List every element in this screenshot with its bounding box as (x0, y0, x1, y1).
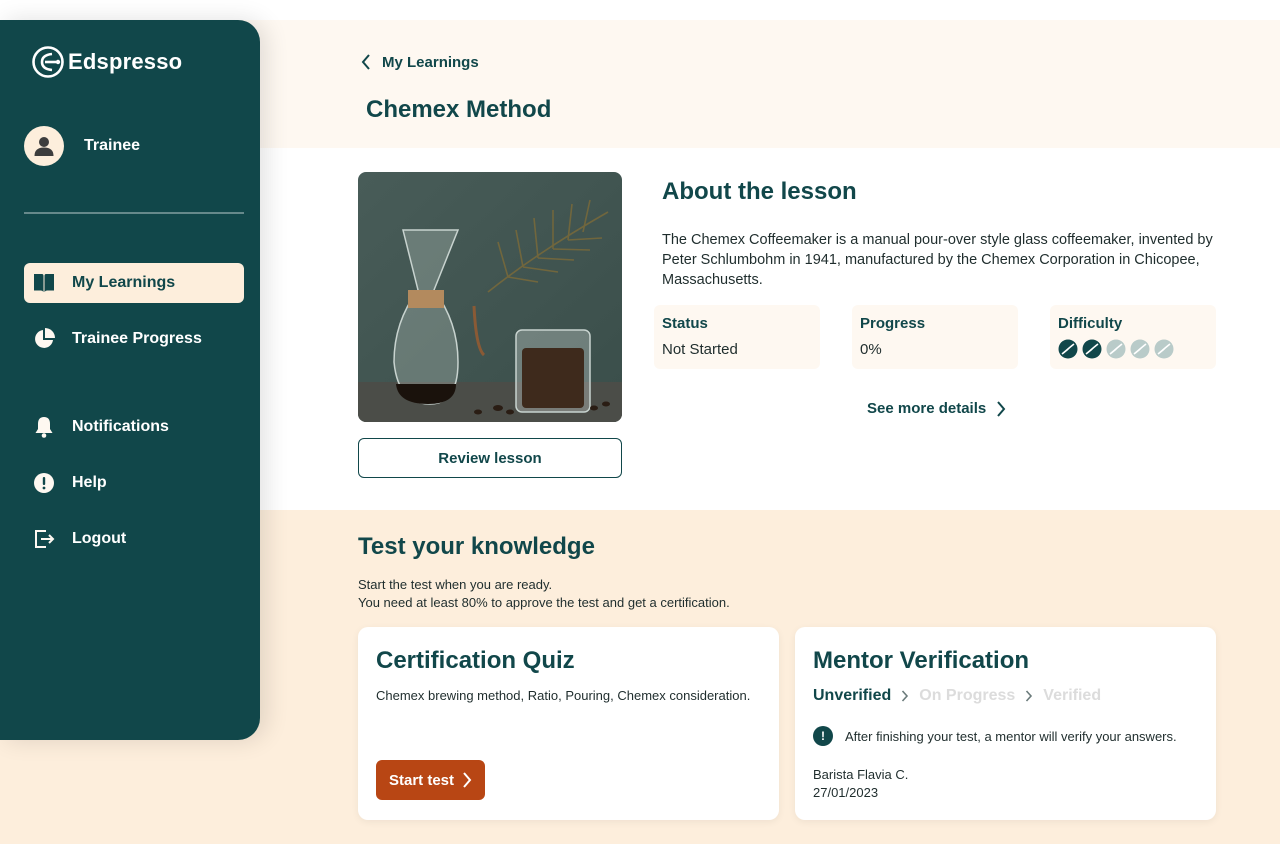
coffee-bean-filled-icon (1058, 339, 1078, 359)
mentor-title: Mentor Verification (813, 647, 1030, 674)
chevron-right-icon (901, 690, 909, 702)
chevron-left-icon (361, 54, 370, 70)
user-profile[interactable]: Trainee (24, 126, 140, 166)
page-title: Chemex Method (366, 96, 552, 123)
difficulty-label: Difficulty (1058, 315, 1123, 332)
step-verified: Verified (1043, 687, 1102, 704)
step-unverified: Unverified (813, 687, 892, 704)
notice-text: After finishing your test, a mentor will… (845, 728, 1177, 744)
review-lesson-button[interactable]: Review lesson (358, 438, 622, 478)
mentor-name: Barista Flavia C. (813, 767, 909, 782)
edspresso-logo-icon (32, 46, 64, 78)
test-description-line: Start the test when you are ready. (358, 577, 553, 592)
app-logo[interactable]: Edspresso (31, 45, 182, 79)
sidebar-item-help[interactable]: Help (24, 463, 244, 503)
verification-date: 27/01/2023 (813, 785, 879, 800)
about-lesson-title: About the lesson (662, 178, 857, 205)
breadcrumb[interactable]: My Learnings (360, 53, 479, 71)
progress-label: Progress (860, 315, 926, 332)
lesson-description: The Chemex Coffeemaker is a manual pour-… (662, 232, 1213, 288)
info-alert-icon: ! (813, 726, 833, 746)
quiz-topics: Chemex brewing method, Ratio, Pouring, C… (376, 688, 751, 703)
breadcrumb-label: My Learnings (382, 53, 479, 71)
sidebar: Edspresso Trainee My Learnings Trainee P… (0, 20, 260, 740)
status-label: Status (662, 315, 708, 332)
profile-name: Trainee (84, 137, 141, 154)
test-description-line: You need at least 80% to approve the tes… (358, 595, 730, 610)
avatar (24, 126, 64, 166)
app-name: Edspresso (68, 49, 183, 74)
coffee-bean-filled-icon (1082, 339, 1102, 359)
sidebar-item-label: My Learnings (72, 274, 176, 291)
sidebar-item-label: Help (72, 474, 107, 491)
chevron-right-icon (463, 772, 472, 788)
quiz-title: Certification Quiz (376, 647, 575, 674)
test-description: Start the test when you are ready. You n… (358, 576, 730, 612)
start-test-button[interactable]: Start test (376, 760, 485, 800)
see-more-label: See more details (867, 400, 987, 417)
difficulty-rating (1058, 339, 1208, 359)
sidebar-item-trainee-progress[interactable]: Trainee Progress (24, 319, 244, 359)
chevron-right-icon (997, 400, 1006, 417)
verification-notice: ! After finishing your test, a mentor wi… (813, 726, 1177, 746)
sidebar-divider (24, 212, 244, 214)
sidebar-item-logout[interactable]: Logout (24, 519, 244, 559)
status-card: Status Not Started (654, 305, 820, 369)
coffee-bean-empty-icon (1130, 339, 1150, 359)
difficulty-card: Difficulty (1050, 305, 1216, 369)
mentor-verification-card: Mentor Verification Unverified On Progre… (795, 627, 1216, 820)
coffee-bean-empty-icon (1154, 339, 1174, 359)
pie-chart-icon (32, 327, 56, 351)
chevron-right-icon (1025, 690, 1033, 702)
test-section-title: Test your knowledge (358, 533, 595, 560)
verification-steps: Unverified On Progress Verified (813, 687, 1101, 705)
progress-card: Progress 0% (852, 305, 1018, 369)
sidebar-item-label: Trainee Progress (72, 330, 202, 347)
book-icon (32, 271, 56, 295)
lesson-image (358, 172, 622, 422)
logout-icon (32, 527, 56, 551)
status-value: Not Started (662, 341, 738, 358)
sidebar-item-label: Logout (72, 530, 127, 547)
sidebar-item-notifications[interactable]: Notifications (24, 407, 244, 447)
sidebar-item-label: Notifications (72, 418, 169, 435)
alert-circle-icon (32, 471, 56, 495)
sidebar-item-my-learnings[interactable]: My Learnings (24, 263, 244, 303)
user-icon (34, 137, 54, 156)
step-on-progress: On Progress (919, 687, 1016, 704)
progress-value: 0% (860, 341, 882, 358)
see-more-details-link[interactable]: See more details (867, 400, 1006, 417)
start-test-label: Start test (388, 771, 455, 789)
mentor-info: Barista Flavia C. 27/01/2023 (813, 766, 908, 802)
coffee-bean-empty-icon (1106, 339, 1126, 359)
certification-quiz-card: Certification Quiz Chemex brewing method… (358, 627, 779, 820)
bell-icon (32, 415, 56, 439)
